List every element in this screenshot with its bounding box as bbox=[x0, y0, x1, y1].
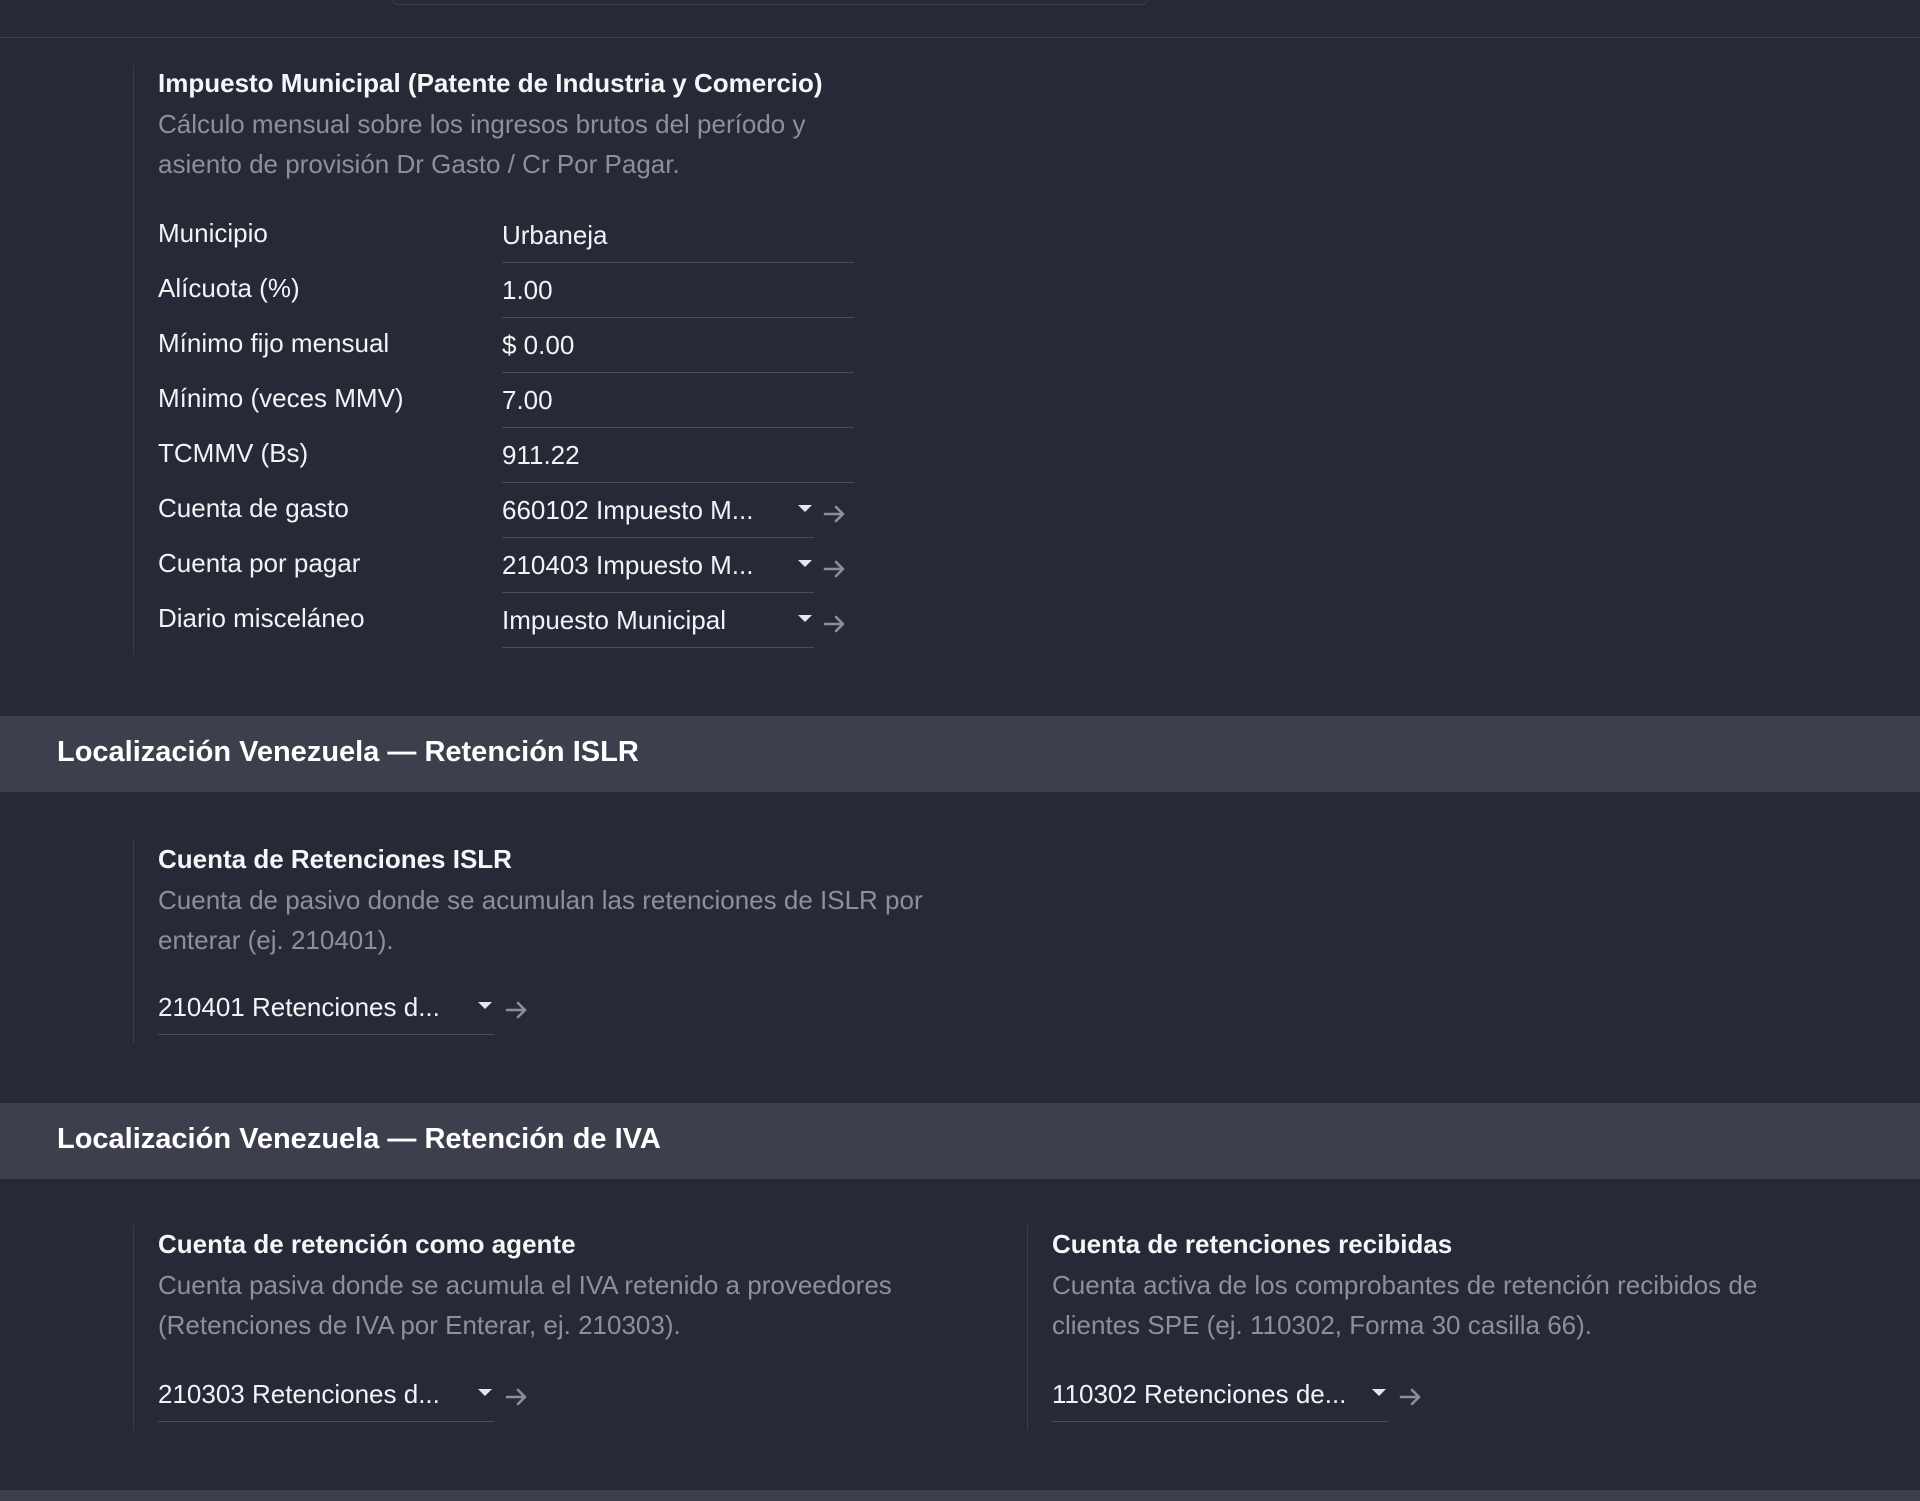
field-label: TCMMV (Bs) bbox=[158, 438, 309, 468]
minimo-fijo-input[interactable]: $ 0.00 bbox=[502, 328, 854, 373]
section-title: Localización Venezuela — Retención ISLR bbox=[57, 736, 639, 768]
iva-agent-select[interactable]: 210303 Retenciones d... bbox=[158, 1377, 494, 1422]
section-header-islr: Localización Venezuela — Retención ISLR bbox=[0, 716, 1920, 792]
caret-down-icon[interactable] bbox=[798, 615, 812, 622]
islr-account-description: Cuenta de pasivo donde se acumulan las r… bbox=[158, 885, 923, 955]
field-label: Cuenta de gasto bbox=[158, 493, 349, 523]
top-input-edge[interactable] bbox=[392, 0, 1148, 5]
next-section-header-edge bbox=[0, 1490, 1920, 1501]
diario-select[interactable]: Impuesto Municipal bbox=[502, 603, 814, 648]
field-label: Cuenta por pagar bbox=[158, 548, 361, 578]
arrow-right-icon[interactable] bbox=[504, 997, 530, 1023]
field-row-cuenta-pagar: Cuenta por pagar 210403 Impuesto M... bbox=[158, 548, 878, 596]
select-value: 210403 Impuesto M... bbox=[502, 550, 754, 580]
cuenta-gasto-select[interactable]: 660102 Impuesto M... bbox=[502, 493, 814, 538]
top-strip bbox=[0, 0, 1920, 38]
arrow-right-icon[interactable] bbox=[1398, 1384, 1424, 1410]
cuenta-pagar-select[interactable]: 210403 Impuesto M... bbox=[502, 548, 814, 593]
section-header-iva: Localización Venezuela — Retención de IV… bbox=[0, 1103, 1920, 1179]
iva-received-description: Cuenta activa de los comprobantes de ret… bbox=[1052, 1270, 1758, 1340]
section-title: Localización Venezuela — Retención de IV… bbox=[57, 1123, 661, 1155]
islr-account-select[interactable]: 210401 Retenciones d... bbox=[158, 990, 494, 1035]
select-value: 110302 Retenciones de... bbox=[1052, 1379, 1347, 1409]
field-row-minimo-mmv: Mínimo (veces MMV) 7.00 bbox=[158, 383, 878, 431]
caret-down-icon[interactable] bbox=[1372, 1389, 1386, 1396]
iva-received-title: Cuenta de retenciones recibidas bbox=[1052, 1229, 1453, 1259]
field-label: Mínimo (veces MMV) bbox=[158, 383, 404, 413]
field-value: 911.22 bbox=[502, 440, 580, 470]
field-row-alicuota: Alícuota (%) 1.00 bbox=[158, 273, 878, 321]
islr-account-title: Cuenta de Retenciones ISLR bbox=[158, 844, 512, 874]
minimo-mmv-input[interactable]: 7.00 bbox=[502, 383, 854, 428]
select-value: 210401 Retenciones d... bbox=[158, 992, 440, 1022]
select-value: Impuesto Municipal bbox=[502, 605, 726, 635]
iva-received-block: Cuenta de retenciones recibidas Cuenta a… bbox=[1027, 1225, 1908, 1430]
field-label: Diario misceláneo bbox=[158, 603, 365, 633]
caret-down-icon[interactable] bbox=[798, 505, 812, 512]
caret-down-icon[interactable] bbox=[798, 560, 812, 567]
iva-agent-description: Cuenta pasiva donde se acumula el IVA re… bbox=[158, 1270, 892, 1340]
field-row-diario: Diario misceláneo Impuesto Municipal bbox=[158, 603, 878, 651]
iva-agent-title: Cuenta de retención como agente bbox=[158, 1229, 576, 1259]
field-row-cuenta-gasto: Cuenta de gasto 660102 Impuesto M... bbox=[158, 493, 878, 541]
arrow-right-icon[interactable] bbox=[822, 611, 848, 637]
caret-down-icon[interactable] bbox=[478, 1002, 492, 1009]
arrow-right-icon[interactable] bbox=[504, 1384, 530, 1410]
iva-received-select[interactable]: 110302 Retenciones de... bbox=[1052, 1377, 1388, 1422]
select-value: 660102 Impuesto M... bbox=[502, 495, 754, 525]
alicuota-input[interactable]: 1.00 bbox=[502, 273, 854, 318]
municipio-input[interactable]: Urbaneja bbox=[502, 218, 854, 263]
caret-down-icon[interactable] bbox=[478, 1389, 492, 1396]
field-value: Urbaneja bbox=[502, 220, 608, 250]
select-value: 210303 Retenciones d... bbox=[158, 1379, 440, 1409]
field-label: Municipio bbox=[158, 218, 268, 248]
field-value: 7.00 bbox=[502, 385, 553, 415]
field-row-minimo-fijo: Mínimo fijo mensual $ 0.00 bbox=[158, 328, 878, 376]
arrow-right-icon[interactable] bbox=[822, 501, 848, 527]
field-value: $ 0.00 bbox=[502, 330, 575, 360]
municipal-tax-description: Cálculo mensual sobre los ingresos bruto… bbox=[158, 109, 806, 179]
tcmmv-input[interactable]: 911.22 bbox=[502, 438, 854, 483]
field-label: Mínimo fijo mensual bbox=[158, 328, 390, 358]
municipal-tax-block: Impuesto Municipal (Patente de Industria… bbox=[133, 66, 954, 654]
field-value: 1.00 bbox=[502, 275, 553, 305]
municipal-tax-title: Impuesto Municipal (Patente de Industria… bbox=[158, 68, 823, 98]
field-row-tcmmv: TCMMV (Bs) 911.22 bbox=[158, 438, 878, 486]
arrow-right-icon[interactable] bbox=[822, 556, 848, 582]
iva-agent-block: Cuenta de retención como agente Cuenta p… bbox=[133, 1225, 1014, 1430]
islr-account-block: Cuenta de Retenciones ISLR Cuenta de pas… bbox=[133, 838, 1014, 1043]
field-row-municipio: Municipio Urbaneja bbox=[158, 218, 878, 266]
field-label: Alícuota (%) bbox=[158, 273, 300, 303]
